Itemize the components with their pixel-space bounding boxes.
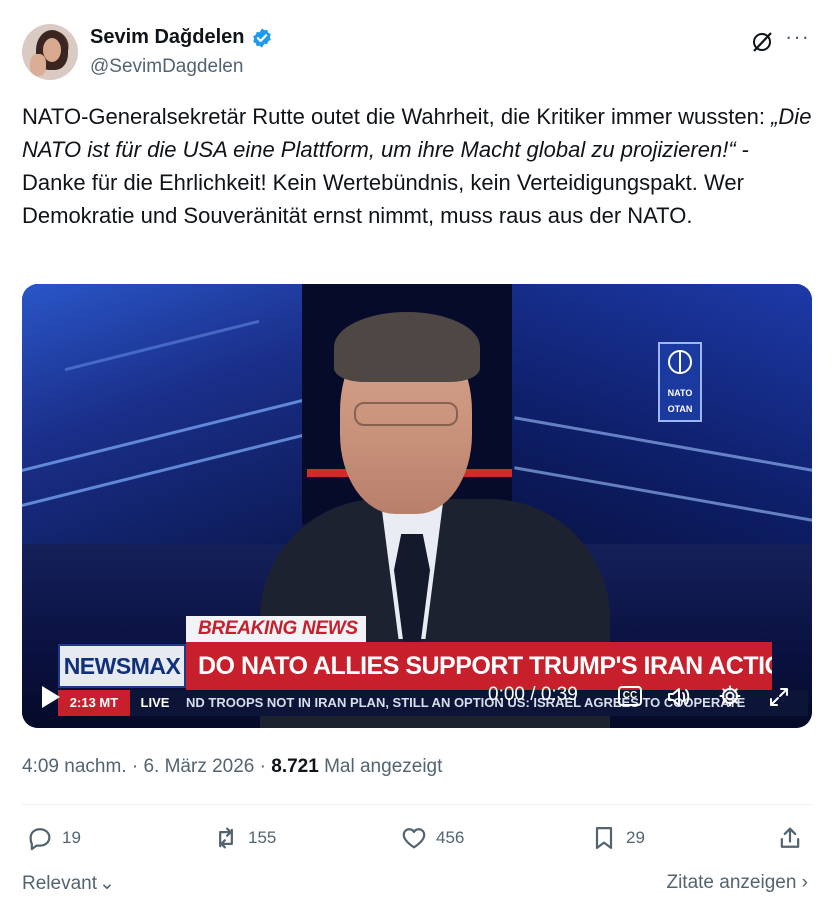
share-icon	[780, 827, 800, 848]
author-name-row: Sevim Dağdelen	[90, 26, 273, 49]
view-quotes-link[interactable]: Zitate anzeigen ›	[666, 872, 808, 894]
video-time-separator: /	[530, 684, 536, 705]
bookmark-icon	[595, 826, 613, 850]
tweet-meta: 4:09 nachm. · 6. März 2026 · 8.721 Mal a…	[22, 756, 442, 778]
chevron-down-icon: ⌄	[99, 873, 115, 894]
nato-logo-text-bottom: OTAN	[667, 404, 693, 414]
nato-logo-text-top: NATO	[667, 388, 693, 398]
video-player[interactable]: NATO OTAN BREAKING NEWS NEWSMAX DO NATO …	[22, 284, 812, 728]
verified-badge-icon	[252, 27, 271, 48]
tweet-header: Sevim Dağdelen @SevimDagdelen ···	[22, 22, 812, 82]
video-duration: 0:39	[540, 684, 578, 705]
reply-icon	[29, 828, 51, 851]
reply-button[interactable]: 19	[26, 824, 81, 852]
repost-icon	[219, 827, 233, 849]
repost-count: 155	[248, 828, 277, 847]
fullscreen-icon[interactable]	[768, 686, 790, 708]
speaker-hair	[334, 312, 480, 382]
divider	[22, 804, 812, 805]
video-time: 0:00 / 0:39	[488, 684, 578, 706]
bookmark-count: 29	[626, 828, 645, 847]
sort-label: Relevant	[22, 873, 97, 894]
grok-icon[interactable]	[750, 30, 774, 54]
avatar-face	[43, 38, 61, 62]
speaker-glasses	[354, 402, 458, 426]
tweet-text: NATO-Generalsekretär Rutte outet die Wah…	[22, 100, 812, 232]
heart-icon	[402, 828, 426, 849]
chevron-right-icon: ›	[801, 872, 808, 893]
more-options-icon[interactable]: ···	[785, 26, 810, 48]
video-current-time: 0:00	[488, 684, 525, 705]
meta-separator: ·	[259, 756, 266, 777]
breaking-news-label: BREAKING NEWS	[186, 616, 366, 642]
like-button[interactable]: 456	[400, 824, 464, 852]
tweet-date[interactable]: 6. März 2026	[143, 756, 254, 777]
view-count-label: Mal angezeigt	[324, 756, 443, 777]
video-controls: 0:00 / 0:39 CC	[22, 680, 812, 728]
view-quotes-label: Zitate anzeigen	[666, 872, 797, 893]
nato-star-icon	[668, 350, 692, 374]
reply-sort-footer: Relevant ⌄ Zitate anzeigen ›	[22, 870, 812, 898]
bookmark-button[interactable]: 29	[590, 824, 645, 852]
tweet-time[interactable]: 4:09 nachm.	[22, 756, 127, 777]
captions-icon[interactable]: CC	[618, 686, 642, 706]
tweet-text-part1: NATO-Generalsekretär Rutte outet die Wah…	[22, 104, 772, 129]
nato-logo: NATO OTAN	[658, 342, 702, 422]
author-name[interactable]: Sevim Dağdelen	[90, 26, 245, 49]
like-count: 456	[436, 828, 465, 847]
play-icon[interactable]	[42, 686, 60, 708]
avatar-hand	[30, 54, 46, 76]
volume-icon[interactable]	[666, 686, 692, 708]
author-handle[interactable]: @SevimDagdelen	[90, 56, 243, 78]
studio-screen-left	[22, 284, 318, 544]
share-button[interactable]	[776, 824, 804, 852]
reply-count: 19	[62, 828, 81, 847]
sort-dropdown[interactable]: Relevant ⌄	[22, 872, 115, 895]
repost-button[interactable]: 155	[212, 824, 276, 852]
meta-separator: ·	[131, 756, 139, 777]
view-count: 8.721	[271, 756, 319, 777]
avatar[interactable]	[22, 24, 78, 80]
tweet-actions: 19 155 456 29	[22, 820, 812, 860]
settings-gear-icon[interactable]	[718, 684, 742, 708]
